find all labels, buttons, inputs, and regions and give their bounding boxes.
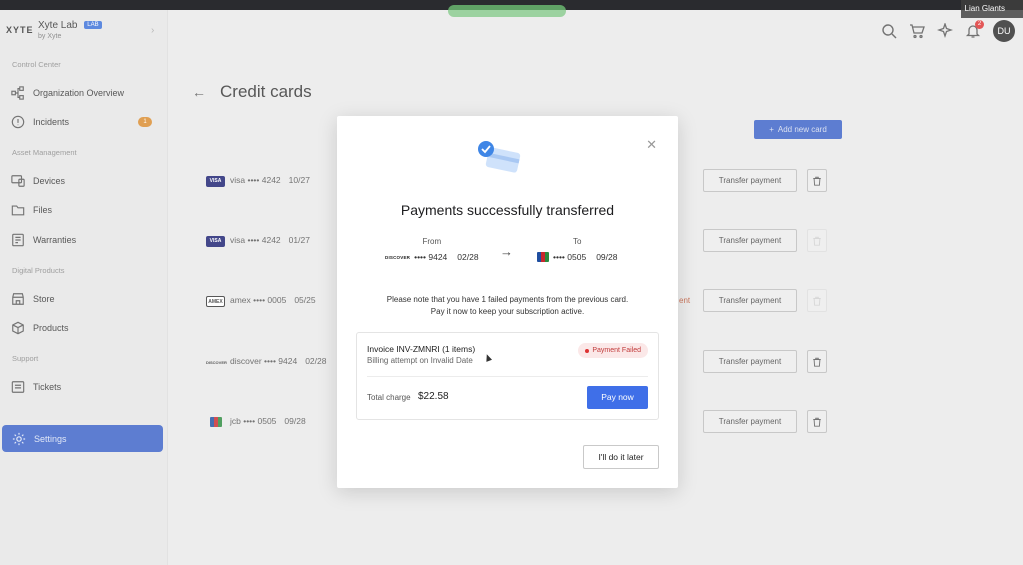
from-card-number: •••• 9424 [414, 252, 448, 262]
status-badge: Payment Failed [578, 343, 648, 358]
to-card-details: •••• 0505 09/28 [537, 252, 617, 262]
arrow-right-icon: → [500, 244, 513, 259]
dialog-title: Payments successfully transferred [400, 202, 615, 218]
invoice-subtitle: Billing attempt on Invalid Date [367, 356, 473, 365]
close-icon[interactable]: ✕ [646, 137, 657, 153]
notice-line: Please note that you have 1 failed payme… [386, 295, 629, 304]
total-value: $22.58 [418, 391, 449, 402]
failed-payment-notice: Please note that you have 1 failed payme… [337, 294, 678, 318]
transfer-success-dialog: ✕ Payments successfully transferred From… [337, 116, 678, 488]
invoice-title: Invoice INV-ZMNRI (1 items) [367, 344, 476, 354]
do-it-later-button[interactable]: I'll do it later [583, 445, 659, 469]
discover-logo-icon: DISCOVER [385, 254, 411, 260]
from-card-expiry: 02/28 [457, 252, 479, 262]
status-dot-icon [585, 348, 590, 353]
notice-line: Pay it now to keep your subscription act… [430, 307, 585, 316]
pay-now-button[interactable]: Pay now [587, 386, 648, 409]
to-card-number: •••• 0505 [553, 252, 587, 262]
total-label: Total charge [367, 393, 411, 402]
card-check-icon [478, 141, 521, 173]
to-card: To •••• 0505 09/28 [537, 237, 617, 262]
to-label: To [573, 237, 582, 246]
jcb-logo-icon [537, 252, 549, 262]
from-card: From DISCOVER •••• 9424 02/28 [385, 237, 479, 262]
from-label: From [422, 237, 442, 246]
status-text: Payment Failed [592, 347, 641, 354]
from-card-details: DISCOVER •••• 9424 02/28 [385, 252, 479, 262]
to-card-expiry: 09/28 [596, 252, 618, 262]
divider [367, 376, 648, 377]
invoice-card: Invoice INV-ZMNRI (1 items) Billing atte… [356, 332, 659, 420]
